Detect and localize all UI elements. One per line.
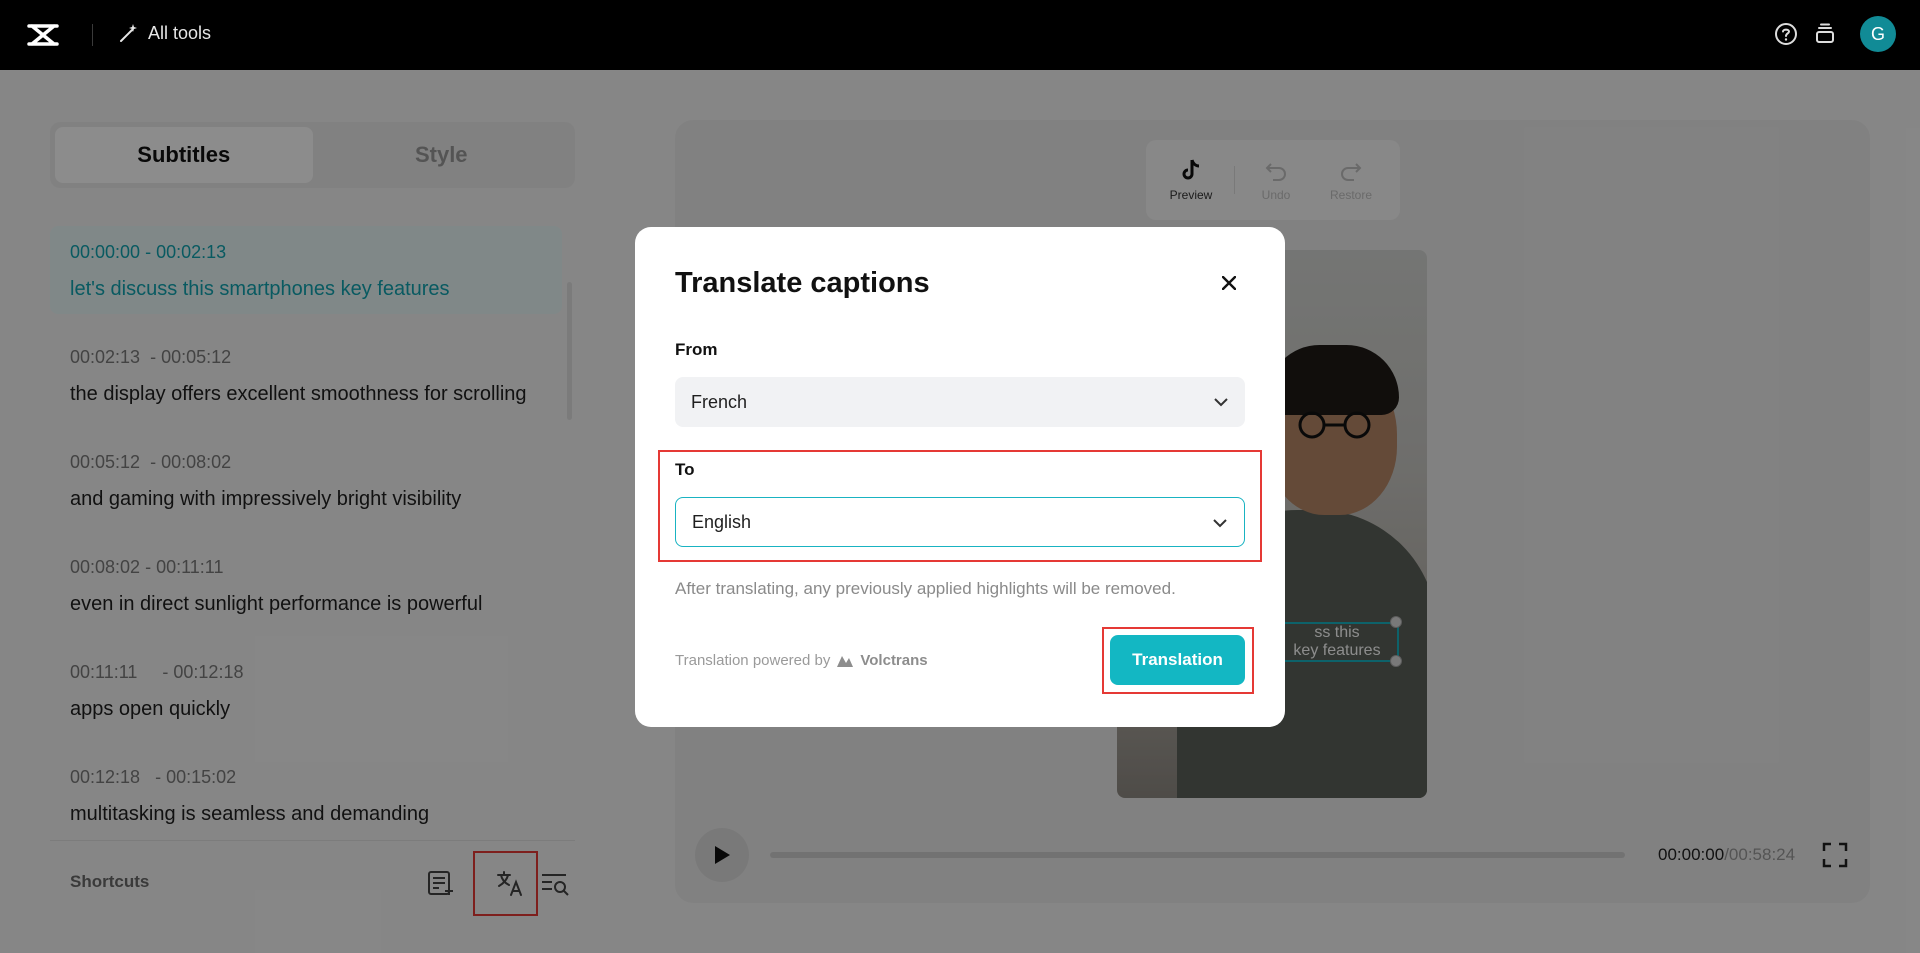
magic-wand-icon — [120, 24, 137, 42]
from-language-value: French — [691, 391, 748, 412]
volctrans-logo-icon — [837, 655, 854, 667]
from-label: From — [675, 340, 718, 359]
close-button[interactable] — [1217, 271, 1241, 295]
highlight-box-to-field — [658, 450, 1262, 562]
translate-captions-dialog: Translate captions From French To Englis… — [635, 227, 1285, 727]
dialog-note: After translating, any previously applie… — [675, 579, 1176, 598]
top-bar: All tools G — [0, 0, 1920, 70]
help-icon[interactable] — [1774, 22, 1798, 46]
chevron-down-icon — [1214, 398, 1228, 407]
highlight-box-translation-button — [1102, 627, 1254, 694]
all-tools-label: All tools — [148, 22, 212, 43]
capcut-logo-icon[interactable] — [26, 20, 60, 50]
top-bar-divider — [92, 24, 93, 46]
powered-by-brand: Volctrans — [860, 652, 928, 669]
dialog-title: Translate captions — [675, 267, 930, 299]
all-tools-button[interactable]: All tools — [118, 22, 211, 44]
from-language-select[interactable]: French — [675, 377, 1245, 427]
close-icon — [1222, 276, 1236, 290]
powered-by-label: Translation powered by — [675, 652, 831, 669]
user-avatar[interactable]: G — [1860, 16, 1896, 52]
layers-icon[interactable] — [1813, 22, 1837, 46]
powered-by: Translation powered by Volctrans — [675, 652, 928, 669]
